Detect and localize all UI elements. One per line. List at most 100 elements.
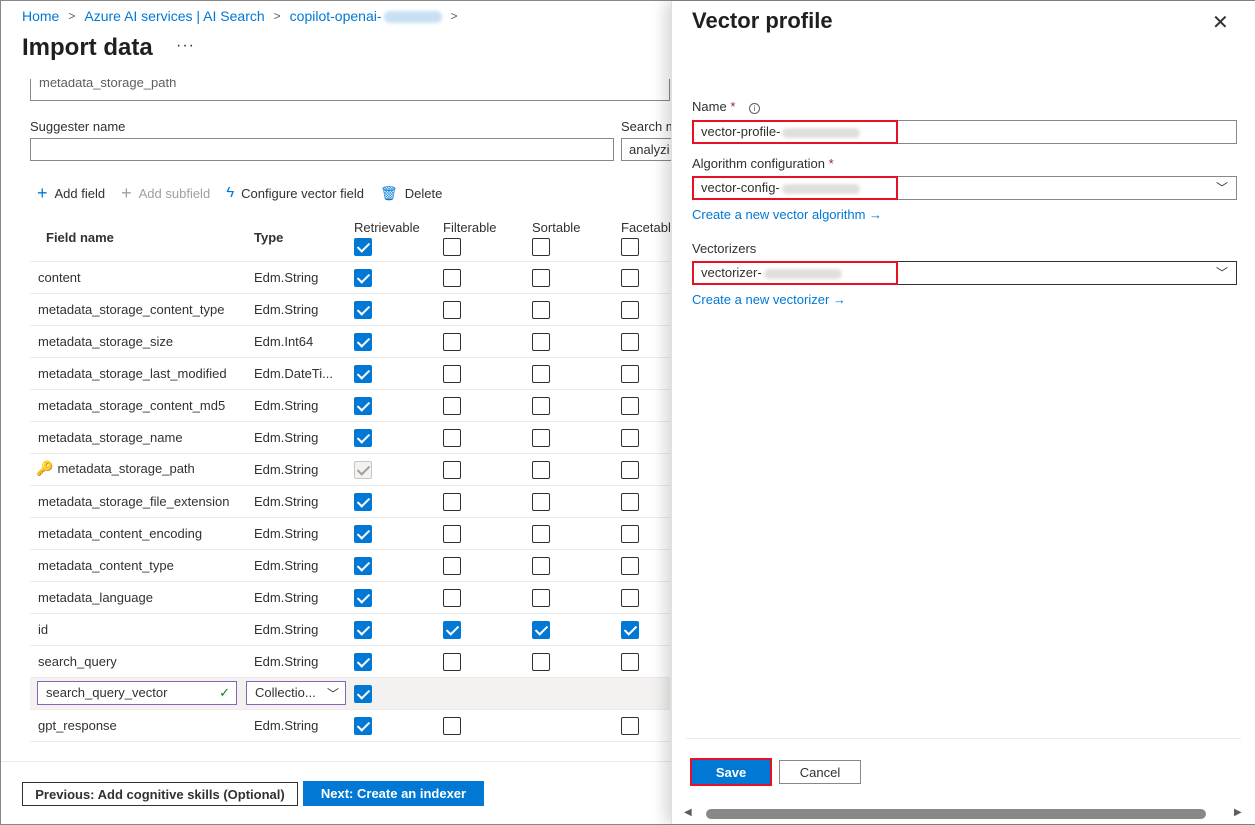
sortable-checkbox[interactable] (532, 525, 550, 543)
filterable-checkbox[interactable] (443, 269, 461, 287)
add-subfield-button[interactable]: + Add subfield (121, 184, 210, 202)
breadcrumb-home[interactable]: Home (22, 8, 59, 24)
info-icon[interactable]: i (749, 103, 760, 114)
facetable-checkbox[interactable] (621, 397, 639, 415)
sortable-checkbox[interactable] (532, 429, 550, 447)
facetable-checkbox[interactable] (621, 301, 639, 319)
filterable-checkbox[interactable] (443, 429, 461, 447)
facetable-checkbox[interactable] (621, 429, 639, 447)
table-row[interactable]: search_query Edm.String (30, 646, 670, 678)
table-row[interactable]: metadata_storage_last_modified Edm.DateT… (30, 358, 670, 390)
sortable-checkbox[interactable] (532, 557, 550, 575)
add-field-button[interactable]: + Add field (37, 184, 105, 202)
retrievable-checkbox[interactable] (354, 301, 372, 319)
filterable-checkbox[interactable] (443, 621, 461, 639)
retrievable-checkbox[interactable] (354, 493, 372, 511)
table-row[interactable]: metadata_content_encoding Edm.String (30, 518, 670, 550)
scroll-left-icon[interactable]: ◀ (684, 807, 692, 818)
filterable-checkbox[interactable] (443, 301, 461, 319)
table-row[interactable]: metadata_language Edm.String (30, 582, 670, 614)
close-icon[interactable]: ✕ (1212, 10, 1229, 35)
facetable-checkbox[interactable] (621, 525, 639, 543)
retrievable-checkbox[interactable] (354, 525, 372, 543)
filterable-select-all-checkbox[interactable] (443, 238, 461, 256)
sortable-checkbox[interactable] (532, 621, 550, 639)
retrievable-checkbox[interactable] (354, 557, 372, 575)
facetable-checkbox[interactable] (621, 493, 639, 511)
table-row[interactable]: metadata_storage_content_type Edm.String (30, 294, 670, 326)
filterable-checkbox[interactable] (443, 493, 461, 511)
filterable-checkbox[interactable] (443, 365, 461, 383)
more-options-button[interactable]: ··· (176, 37, 195, 55)
filterable-checkbox[interactable] (443, 525, 461, 543)
breadcrumb-search-service[interactable]: copilot-openai- (290, 8, 442, 24)
create-vector-algorithm-link[interactable]: Create a new vector algorithm → (692, 207, 882, 222)
table-row[interactable]: id Edm.String (30, 614, 670, 646)
facetable-checkbox[interactable] (621, 653, 639, 671)
sortable-checkbox[interactable] (532, 461, 550, 479)
facetable-checkbox[interactable] (621, 365, 639, 383)
table-row[interactable]: metadata_storage_file_extension Edm.Stri… (30, 486, 670, 518)
table-row[interactable]: metadata_content_type Edm.String (30, 550, 670, 582)
configure-vector-field-button[interactable]: ϟ Configure vector field (226, 184, 364, 202)
facetable-checkbox[interactable] (621, 589, 639, 607)
table-row[interactable]: gpt_response Edm.String (30, 710, 670, 742)
cancel-button[interactable]: Cancel (779, 760, 861, 784)
retrievable-checkbox[interactable] (354, 653, 372, 671)
sortable-checkbox[interactable] (532, 653, 550, 671)
filterable-checkbox[interactable] (443, 461, 461, 479)
facetable-checkbox[interactable] (621, 717, 639, 735)
table-row[interactable]: metadata_storage_name Edm.String (30, 422, 670, 454)
create-vectorizer-link[interactable]: Create a new vectorizer → (692, 292, 846, 307)
sortable-select-all-checkbox[interactable] (532, 238, 550, 256)
retrievable-checkbox[interactable] (354, 333, 372, 351)
filterable-checkbox[interactable] (443, 717, 461, 735)
table-row[interactable]: metadata_storage_size Edm.Int64 (30, 326, 670, 358)
retrievable-checkbox[interactable] (354, 621, 372, 639)
search-mode-select[interactable]: analyzi (621, 138, 673, 161)
sortable-checkbox[interactable] (532, 269, 550, 287)
filterable-checkbox[interactable] (443, 557, 461, 575)
facetable-checkbox[interactable] (621, 333, 639, 351)
retrievable-checkbox[interactable] (354, 589, 372, 607)
scrollbar-thumb[interactable] (706, 809, 1206, 819)
filterable-checkbox[interactable] (443, 589, 461, 607)
field-type-select[interactable]: Collectio... ﹀ (246, 681, 346, 705)
sortable-checkbox[interactable] (532, 301, 550, 319)
retrievable-checkbox[interactable] (354, 429, 372, 447)
facetable-checkbox[interactable] (621, 269, 639, 287)
next-button[interactable]: Next: Create an indexer (303, 781, 484, 806)
algorithm-configuration-select[interactable]: vector-config- ﹀ (692, 176, 1237, 200)
filterable-checkbox[interactable] (443, 397, 461, 415)
retrievable-checkbox[interactable] (354, 685, 372, 703)
retrievable-checkbox[interactable] (354, 397, 372, 415)
sortable-checkbox[interactable] (532, 365, 550, 383)
facetable-checkbox[interactable] (621, 621, 639, 639)
facetable-select-all-checkbox[interactable] (621, 238, 639, 256)
vectorizer-select[interactable]: vectorizer- ﹀ (692, 261, 1237, 285)
previous-field-input[interactable]: metadata_storage_path (30, 79, 670, 101)
sortable-checkbox[interactable] (532, 493, 550, 511)
table-row[interactable]: metadata_storage_content_md5 Edm.String (30, 390, 670, 422)
sortable-checkbox[interactable] (532, 397, 550, 415)
table-row-editing[interactable]: search_query_vector ✓ Collectio... ﹀ (30, 678, 670, 710)
horizontal-scrollbar[interactable]: ◀ ▶ (682, 807, 1247, 821)
suggester-name-input[interactable] (30, 138, 614, 161)
facetable-checkbox[interactable] (621, 557, 639, 575)
sortable-checkbox[interactable] (532, 333, 550, 351)
retrievable-checkbox[interactable] (354, 269, 372, 287)
previous-button[interactable]: Previous: Add cognitive skills (Optional… (22, 782, 298, 806)
table-row[interactable]: content Edm.String (30, 262, 670, 294)
breadcrumb-ai-services[interactable]: Azure AI services | AI Search (84, 8, 264, 24)
filterable-checkbox[interactable] (443, 333, 461, 351)
sortable-checkbox[interactable] (532, 589, 550, 607)
filterable-checkbox[interactable] (443, 653, 461, 671)
scroll-right-icon[interactable]: ▶ (1234, 807, 1242, 818)
name-input[interactable]: vector-profile- (692, 120, 1237, 144)
retrievable-checkbox[interactable] (354, 365, 372, 383)
delete-button[interactable]: 🗑 Delete (380, 184, 442, 202)
retrievable-select-all-checkbox[interactable] (354, 238, 372, 256)
save-button[interactable]: Save (692, 760, 770, 784)
retrievable-checkbox[interactable] (354, 717, 372, 735)
facetable-checkbox[interactable] (621, 461, 639, 479)
